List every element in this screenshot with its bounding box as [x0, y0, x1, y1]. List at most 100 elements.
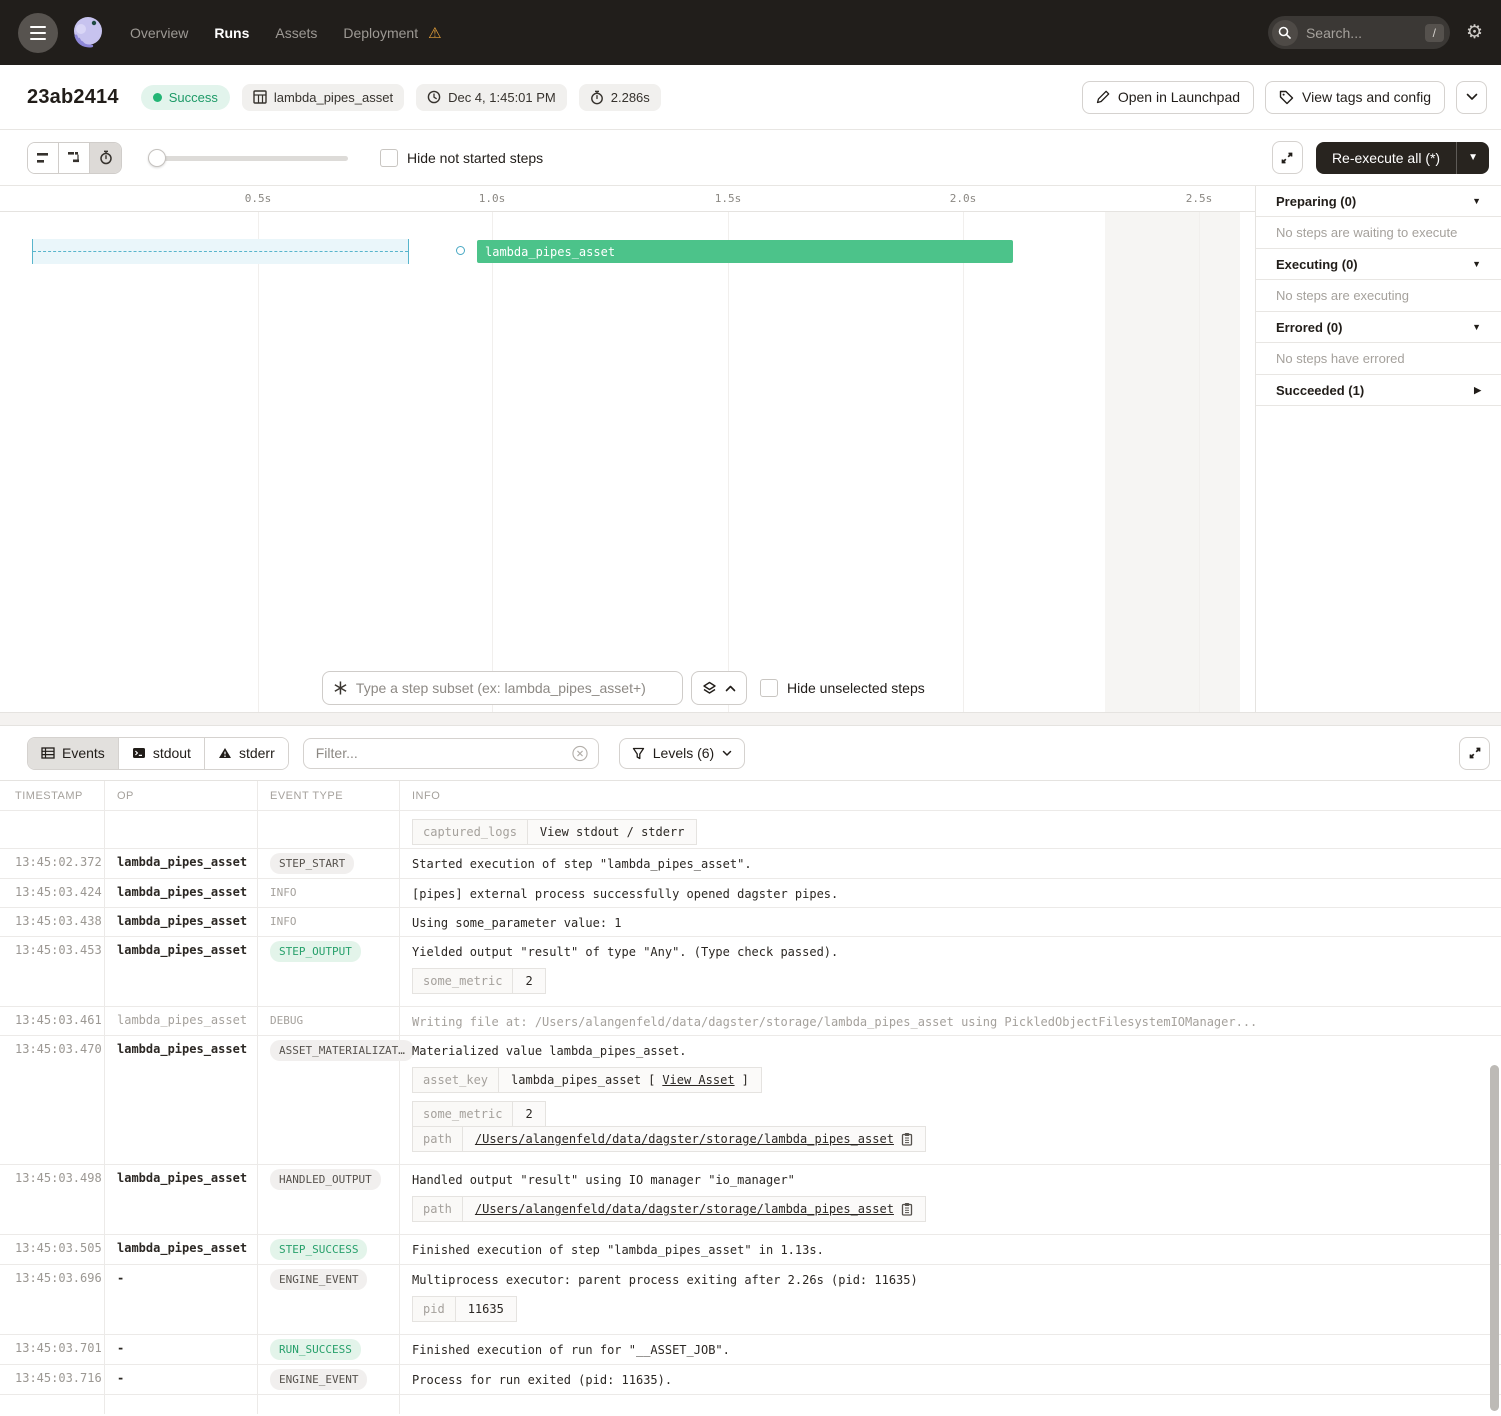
- event-info-cell: Finished execution of run for "__ASSET_J…: [400, 1335, 1501, 1364]
- dagster-logo-icon[interactable]: [66, 11, 110, 55]
- step-subset-input[interactable]: [356, 680, 672, 696]
- nav-runs[interactable]: Runs: [214, 25, 249, 41]
- tag-icon: [1279, 90, 1294, 105]
- chevron-down-icon: [1466, 93, 1478, 101]
- table-row[interactable]: 13:45:02.372lambda_pipes_assetSTEP_START…: [0, 849, 1501, 879]
- run-actions-chevron-button[interactable]: [1456, 81, 1487, 114]
- metadata-value-link[interactable]: /Users/alangenfeld/data/dagster/storage/…: [475, 1132, 894, 1146]
- job-name-pill[interactable]: lambda_pipes_asset: [242, 84, 404, 111]
- tab-stderr[interactable]: stderr: [205, 738, 288, 769]
- gantt-chart[interactable]: 0.5s 1.0s 1.5s 2.0s 2.5s lambda_pipes_as…: [0, 186, 1255, 712]
- tab-events[interactable]: Events: [28, 738, 119, 769]
- copy-icon[interactable]: [901, 1132, 913, 1146]
- filter-inputbox[interactable]: [303, 738, 599, 769]
- event-type-cell: STEP_SUCCESS: [258, 1235, 400, 1264]
- table-row[interactable]: 13:45:03.461lambda_pipes_assetDEBUGWriti…: [0, 1007, 1501, 1036]
- reexecute-all-button[interactable]: Re-execute all (*) ▼: [1316, 142, 1489, 174]
- zoom-slider-track[interactable]: [148, 156, 348, 161]
- event-log-panel: Events stdout stderr Levels (6) TIMES: [0, 726, 1501, 1414]
- event-type-badge: STEP_SUCCESS: [270, 1239, 367, 1260]
- timed-view-icon[interactable]: [90, 143, 121, 173]
- table-row[interactable]: 13:45:03.716-ENGINE_EVENTProcess for run…: [0, 1365, 1501, 1395]
- nav-deployment[interactable]: Deployment: [343, 25, 418, 41]
- events-scrollbar[interactable]: [1490, 1065, 1499, 1411]
- zoom-slider[interactable]: [148, 149, 348, 167]
- metadata-value-link[interactable]: /Users/alangenfeld/data/dagster/storage/…: [475, 1202, 894, 1216]
- tab-stdout[interactable]: stdout: [119, 738, 205, 769]
- table-row[interactable]: 13:45:03.453lambda_pipes_assetSTEP_OUTPU…: [0, 937, 1501, 1007]
- gantt-bar[interactable]: lambda_pipes_asset: [477, 240, 1013, 263]
- table-row[interactable]: 13:45:03.696-ENGINE_EVENTMultiprocess ex…: [0, 1265, 1501, 1335]
- step-selector-icon: [333, 680, 348, 696]
- event-type-cell: INFO: [258, 908, 400, 936]
- layers-toggle-button[interactable]: [691, 671, 747, 705]
- table-row[interactable]: 13:45:03.498lambda_pipes_assetHANDLED_OU…: [0, 1165, 1501, 1235]
- succeeded-section-header[interactable]: Succeeded (1) ▶: [1256, 375, 1501, 406]
- flat-view-icon[interactable]: [28, 143, 59, 173]
- reexecute-dropdown-caret[interactable]: ▼: [1456, 142, 1489, 174]
- zoom-slider-thumb[interactable]: [148, 149, 166, 167]
- copy-icon[interactable]: [901, 1202, 913, 1216]
- view-asset-link[interactable]: View Asset: [662, 1073, 734, 1087]
- event-rows: captured_logsView stdout / stderr13:45:0…: [0, 811, 1501, 1414]
- executing-empty-text: No steps are executing: [1256, 280, 1501, 312]
- metadata-value: /Users/alangenfeld/data/dagster/storage/…: [463, 1197, 925, 1221]
- clear-filter-icon[interactable]: [572, 745, 588, 762]
- event-type-badge: RUN_SUCCESS: [270, 1339, 361, 1360]
- view-tags-config-button[interactable]: View tags and config: [1265, 81, 1445, 114]
- settings-gear-icon[interactable]: ⚙: [1466, 21, 1483, 44]
- run-header: 23ab2414 Success lambda_pipes_asset Dec …: [0, 65, 1501, 130]
- hide-not-started-checkbox[interactable]: [380, 149, 398, 167]
- event-type-cell: ASSET_MATERIALIZAT…: [258, 1036, 400, 1164]
- axis-tick: 1.5s: [715, 192, 742, 205]
- event-op: lambda_pipes_asset: [105, 1036, 258, 1164]
- event-table: TIMESTAMP OP EVENT TYPE INFO captured_lo…: [0, 780, 1501, 1414]
- event-info-cell: Multiprocess executor: parent process ex…: [400, 1265, 1501, 1334]
- event-info-cell: captured_logsView stdout / stderr: [400, 811, 1501, 848]
- table-row[interactable]: 13:45:03.438lambda_pipes_assetINFOUsing …: [0, 908, 1501, 937]
- event-timestamp: 13:45:03.470: [0, 1036, 105, 1164]
- event-message: Handled output "result" using IO manager…: [412, 1171, 1501, 1189]
- event-op: lambda_pipes_asset: [105, 908, 258, 936]
- table-row[interactable]: 13:45:03.701-RUN_SUCCESSFinished executi…: [0, 1335, 1501, 1365]
- metadata-value: /Users/alangenfeld/data/dagster/storage/…: [463, 1127, 925, 1151]
- event-op: -: [105, 1365, 258, 1394]
- gridline: [1199, 212, 1200, 712]
- gridline: [728, 212, 729, 712]
- nav-assets[interactable]: Assets: [275, 25, 317, 41]
- table-row[interactable]: 13:45:03.424lambda_pipes_assetINFO[pipes…: [0, 879, 1501, 908]
- table-row[interactable]: 13:45:03.470lambda_pipes_assetASSET_MATE…: [0, 1036, 1501, 1165]
- event-message: Started execution of step "lambda_pipes_…: [412, 855, 1501, 873]
- gantt-toolbar: Hide not started steps Re-execute all (*…: [0, 130, 1501, 185]
- menu-icon[interactable]: [18, 13, 58, 53]
- open-in-launchpad-button[interactable]: Open in Launchpad: [1082, 81, 1254, 114]
- levels-dropdown-button[interactable]: Levels (6): [619, 738, 745, 769]
- table-row[interactable]: captured_logsView stdout / stderr: [0, 811, 1501, 849]
- step-subset-inputbox[interactable]: [322, 671, 683, 705]
- global-search[interactable]: /: [1268, 16, 1450, 49]
- hide-unselected-checkbox[interactable]: [760, 679, 778, 697]
- filter-input[interactable]: [316, 745, 572, 761]
- expand-icon: [1280, 151, 1294, 165]
- events-fullscreen-button[interactable]: [1459, 737, 1490, 770]
- col-op: OP: [105, 781, 258, 810]
- event-type-badge: ENGINE_EVENT: [270, 1369, 367, 1390]
- waterfall-view-icon[interactable]: [59, 143, 90, 173]
- gantt-fullscreen-button[interactable]: [1272, 141, 1303, 174]
- col-info: INFO: [400, 781, 1501, 810]
- errored-section-header[interactable]: Errored (0) ▼: [1256, 312, 1501, 343]
- event-timestamp: 13:45:03.701: [0, 1335, 105, 1364]
- clock-icon: [427, 90, 441, 104]
- nav-overview[interactable]: Overview: [130, 25, 188, 41]
- event-type-cell: ENGINE_EVENT: [258, 1265, 400, 1334]
- metadata-value-text: 2: [525, 1107, 532, 1121]
- metadata-key: some_metric: [413, 969, 513, 993]
- executing-section-header[interactable]: Executing (0) ▼: [1256, 249, 1501, 280]
- search-input[interactable]: [1306, 25, 1398, 41]
- panel-resize-handle[interactable]: [0, 712, 1501, 726]
- event-timestamp: [0, 811, 105, 848]
- event-op: lambda_pipes_asset: [105, 879, 258, 907]
- table-row[interactable]: 13:45:03.505lambda_pipes_assetSTEP_SUCCE…: [0, 1235, 1501, 1265]
- preparing-section-header[interactable]: Preparing (0) ▼: [1256, 186, 1501, 217]
- deployment-warning-icon: ⚠: [428, 24, 441, 42]
